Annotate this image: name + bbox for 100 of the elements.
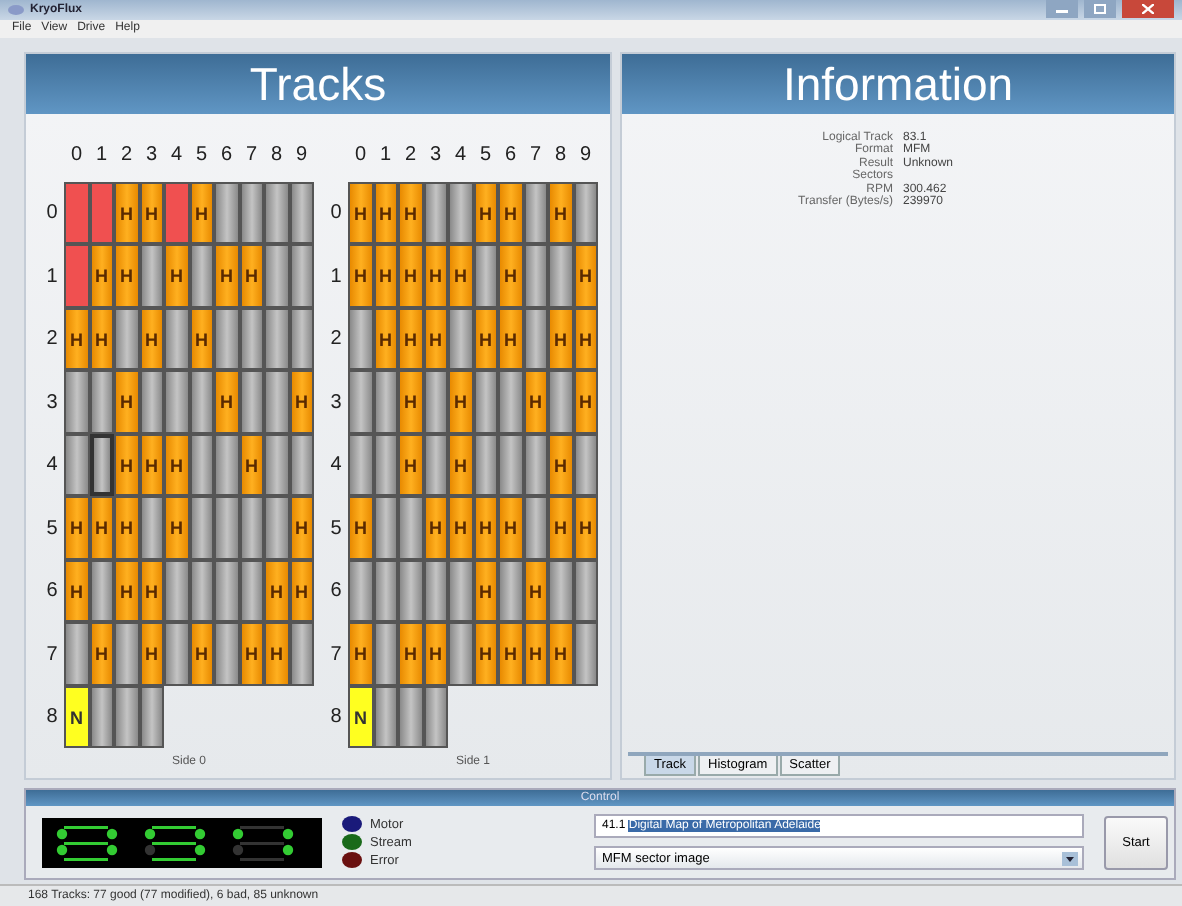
close-button[interactable] — [1122, 0, 1174, 19]
column-number: 5 — [193, 144, 210, 167]
track-cell[interactable]: H — [89, 622, 114, 686]
track-cell[interactable]: H — [473, 181, 498, 245]
row-number: 6 — [328, 580, 344, 603]
column-number: 1 — [377, 144, 394, 167]
row-number: 3 — [328, 391, 344, 414]
column-number: 2 — [118, 144, 135, 167]
track-cell[interactable]: H — [348, 244, 373, 308]
track-cell[interactable]: H — [373, 244, 398, 308]
row-number: 1 — [44, 265, 60, 288]
track-cell[interactable]: H — [189, 181, 214, 245]
track-cell[interactable]: H — [114, 433, 139, 497]
track-cell[interactable]: H — [139, 622, 164, 686]
column-number: 7 — [527, 144, 544, 167]
column-number: 9 — [293, 144, 310, 167]
track-cell[interactable]: H — [548, 307, 573, 371]
track-cell[interactable]: H — [114, 496, 139, 560]
maximize-icon — [1094, 4, 1106, 15]
row-number: 0 — [328, 202, 344, 225]
track-cell[interactable]: H — [548, 496, 573, 560]
track-cell[interactable]: H — [398, 370, 423, 434]
track-cell[interactable]: H — [289, 496, 314, 560]
track-cell[interactable]: H — [348, 622, 373, 686]
track-cell[interactable]: H — [448, 433, 473, 497]
dropdown-arrow-icon — [1062, 851, 1078, 865]
track-cell[interactable]: H — [139, 181, 164, 245]
track-cell[interactable]: H — [264, 622, 289, 686]
track-cell[interactable]: H — [264, 559, 289, 623]
track-cell[interactable]: H — [239, 244, 264, 308]
track-cell[interactable]: H — [523, 622, 548, 686]
row-number: 6 — [44, 580, 60, 603]
close-icon — [1142, 4, 1154, 15]
track-cell[interactable]: H — [214, 244, 239, 308]
row-number: 2 — [44, 328, 60, 351]
row-number: 4 — [328, 454, 344, 477]
track-cell[interactable]: H — [114, 559, 139, 623]
track-cell[interactable]: H — [498, 244, 523, 308]
minimize-button[interactable] — [1046, 0, 1078, 19]
track-cell[interactable]: H — [448, 370, 473, 434]
track-cell[interactable]: H — [523, 370, 548, 434]
column-number: 4 — [168, 144, 185, 167]
track-cell[interactable]: H — [164, 244, 189, 308]
track-cell[interactable]: H — [348, 496, 373, 560]
track-cell[interactable]: H — [164, 433, 189, 497]
track-cell[interactable]: H — [548, 433, 573, 497]
column-number: 8 — [268, 144, 285, 167]
row-number: 5 — [328, 517, 344, 540]
column-number: 4 — [452, 144, 469, 167]
track-cell[interactable]: H — [348, 181, 373, 245]
track-cell[interactable]: H — [473, 496, 498, 560]
track-cell[interactable]: H — [573, 370, 598, 434]
track-cell[interactable]: H — [473, 622, 498, 686]
column-number: 2 — [402, 144, 419, 167]
track-cell[interactable]: H — [64, 559, 89, 623]
track-cell[interactable]: H — [398, 433, 423, 497]
track-cell[interactable]: H — [64, 496, 89, 560]
track-cell[interactable]: H — [373, 181, 398, 245]
disk-icon — [8, 3, 24, 16]
track-cell[interactable]: N — [348, 685, 373, 749]
maximize-button[interactable] — [1084, 0, 1116, 19]
track-cell[interactable]: H — [89, 496, 114, 560]
panel-title: Tracks — [26, 53, 610, 114]
track-cell[interactable]: H — [548, 622, 573, 686]
track-cell[interactable]: H — [114, 370, 139, 434]
track-cell[interactable]: N — [64, 685, 89, 749]
row-number: 7 — [44, 643, 60, 666]
row-number: 5 — [44, 517, 60, 540]
track-cell[interactable]: H — [114, 244, 139, 308]
track-cell[interactable]: H — [189, 622, 214, 686]
track-cell[interactable]: H — [573, 244, 598, 308]
track-cell[interactable]: H — [89, 244, 114, 308]
track-cell[interactable]: H — [423, 244, 448, 308]
track-cell[interactable]: H — [114, 181, 139, 245]
track-cell[interactable]: H — [398, 244, 423, 308]
track-cell[interactable]: H — [498, 181, 523, 245]
column-number: 7 — [243, 144, 260, 167]
column-number: 6 — [218, 144, 235, 167]
track-cell[interactable]: H — [448, 496, 473, 560]
track-cell[interactable]: H — [398, 307, 423, 371]
track-cell[interactable]: H — [239, 622, 264, 686]
track-cell[interactable]: H — [423, 496, 448, 560]
column-number: 9 — [577, 144, 594, 167]
track-cell[interactable]: H — [398, 622, 423, 686]
track-cell[interactable]: H — [64, 307, 89, 371]
track-cell[interactable]: H — [498, 307, 523, 371]
column-number: 0 — [68, 144, 85, 167]
column-number: 3 — [143, 144, 160, 167]
track-cell[interactable]: H — [498, 496, 523, 560]
track-cell[interactable]: H — [498, 622, 523, 686]
row-number: 2 — [328, 328, 344, 351]
track-cell[interactable]: H — [164, 496, 189, 560]
track-cell[interactable]: H — [289, 370, 314, 434]
column-number: 1 — [93, 144, 110, 167]
track-cell[interactable]: H — [448, 244, 473, 308]
track-cell[interactable]: H — [573, 496, 598, 560]
track-cell[interactable]: H — [398, 181, 423, 245]
track-cell[interactable]: H — [214, 370, 239, 434]
track-cell[interactable]: H — [423, 622, 448, 686]
track-cell[interactable]: H — [548, 181, 573, 245]
